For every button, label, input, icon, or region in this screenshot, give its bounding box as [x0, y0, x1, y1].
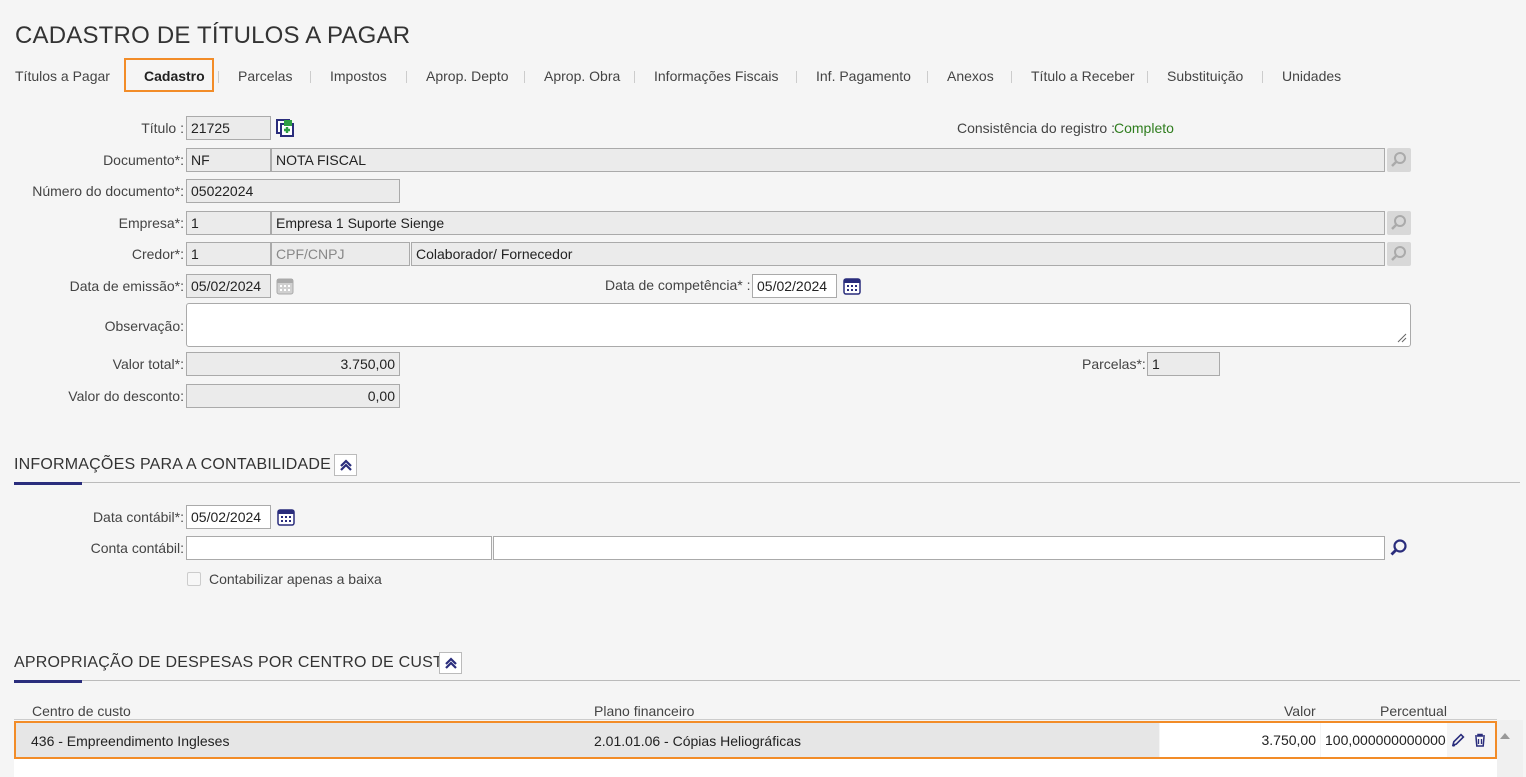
cell-percentual[interactable]: 100,000000000000	[1321, 723, 1447, 757]
table-body-empty	[14, 759, 1497, 777]
table-scrollbar[interactable]	[1497, 720, 1523, 777]
tab-separator	[927, 71, 928, 83]
numero-documento-field[interactable]: 05022024	[186, 179, 400, 203]
tab-separator	[1262, 71, 1263, 83]
data-contabil-label: Data contábil*:	[92, 509, 184, 525]
copy-icon[interactable]	[273, 116, 297, 140]
tab-separator	[796, 71, 797, 83]
data-contabil-field[interactable]: 05/02/2024	[186, 505, 271, 529]
observacao-textarea[interactable]	[186, 303, 1411, 347]
parcelas-field: 1	[1147, 352, 1220, 376]
tab-separator	[1011, 71, 1012, 83]
column-header-percentual: Percentual	[1380, 703, 1447, 719]
calendar-icon[interactable]	[840, 274, 864, 298]
consistencia-label: Consistência do registro :	[957, 120, 1115, 136]
search-icon[interactable]	[1387, 242, 1411, 266]
tab-titulos-a-pagar[interactable]: Títulos a Pagar	[15, 68, 110, 84]
page-title: CADASTRO DE TÍTULOS A PAGAR	[15, 22, 411, 49]
search-icon[interactable]	[1387, 536, 1411, 560]
calendar-icon	[273, 274, 297, 298]
chevron-up-double-icon[interactable]	[439, 652, 462, 674]
numero-documento-label: Número do documento*:	[32, 183, 184, 199]
resize-handle-icon[interactable]	[1397, 333, 1407, 343]
documento-name-field: NOTA FISCAL	[271, 148, 1385, 172]
tab-substituicao[interactable]: Substituição	[1167, 68, 1243, 84]
tab-informacoes-fiscais[interactable]: Informações Fiscais	[654, 68, 778, 84]
conta-contabil-name-field[interactable]	[493, 536, 1385, 560]
tab-cadastro[interactable]: Cadastro	[144, 68, 205, 84]
valor-desconto-field: 0,00	[186, 384, 400, 408]
tab-impostos[interactable]: Impostos	[330, 68, 387, 84]
tab-titulo-a-receber[interactable]: Título a Receber	[1031, 68, 1135, 84]
tab-separator	[634, 71, 635, 83]
chevron-up-double-icon[interactable]	[334, 454, 357, 476]
tab-anexos[interactable]: Anexos	[947, 68, 994, 84]
section-title-contabilidade: INFORMAÇÕES PARA A CONTABILIDADE	[14, 456, 331, 473]
titulo-label: Título :	[141, 120, 184, 136]
conta-contabil-label: Conta contábil:	[90, 540, 184, 556]
edit-pencil-icon[interactable]	[1448, 729, 1468, 751]
tab-aprop-obra[interactable]: Aprop. Obra	[544, 68, 620, 84]
tab-separator	[524, 71, 525, 83]
search-icon[interactable]	[1387, 211, 1411, 235]
tab-separator	[310, 71, 311, 83]
valor-desconto-label: Valor do desconto:	[68, 388, 184, 404]
tab-bar: Títulos a Pagar Cadastro Parcelas Impost…	[0, 58, 1526, 94]
credor-name-field: Colaborador/ Fornecedor	[411, 242, 1385, 266]
data-emissao-field[interactable]: 05/02/2024	[186, 274, 271, 298]
parcelas-label: Parcelas*:	[1082, 356, 1146, 372]
consistencia-status: Completo	[1114, 120, 1174, 136]
section-divider	[14, 680, 1520, 681]
scroll-up-arrow-icon[interactable]	[1500, 733, 1510, 739]
cell-plano-financeiro: 2.01.01.06 - Cópias Heliográficas	[594, 733, 802, 749]
section-title-apropriacao: APROPRIAÇÃO DE DESPESAS POR CENTRO DE CU…	[14, 654, 456, 671]
tab-inf-pagamento[interactable]: Inf. Pagamento	[816, 68, 911, 84]
section-divider	[14, 482, 1520, 483]
column-header-centro-custo: Centro de custo	[32, 703, 131, 719]
contabilizar-baixa-label: Contabilizar apenas a baixa	[209, 571, 382, 587]
calendar-icon[interactable]	[274, 505, 298, 529]
credor-code-field[interactable]: 1	[186, 242, 271, 266]
conta-contabil-code-field[interactable]	[186, 536, 492, 560]
tab-parcelas[interactable]: Parcelas	[238, 68, 292, 84]
cell-valor[interactable]: 3.750,00	[1160, 723, 1320, 757]
contabilizar-baixa-checkbox[interactable]	[187, 572, 201, 586]
credor-cpf-cnpj-field: CPF/CNPJ	[271, 242, 410, 266]
tab-separator	[406, 71, 407, 83]
column-header-valor: Valor	[1284, 703, 1316, 719]
trash-icon[interactable]	[1470, 729, 1490, 751]
tab-unidades[interactable]: Unidades	[1282, 68, 1341, 84]
observacao-label: Observação:	[104, 318, 184, 334]
column-header-plano-financeiro: Plano financeiro	[594, 703, 695, 719]
titulo-field[interactable]: 21725	[186, 116, 271, 140]
cell-centro-custo: 436 - Empreendimento Ingleses	[31, 733, 230, 749]
tab-separator	[1147, 71, 1148, 83]
credor-label: Credor*:	[131, 246, 184, 262]
empresa-code-field[interactable]: 1	[186, 211, 271, 235]
tab-aprop-depto[interactable]: Aprop. Depto	[426, 68, 509, 84]
search-icon[interactable]	[1387, 148, 1411, 172]
data-emissao-label: Data de emissão*:	[69, 278, 184, 294]
empresa-name-field: Empresa 1 Suporte Sienge	[271, 211, 1385, 235]
tab-separator	[218, 71, 219, 83]
documento-code-field[interactable]: NF	[186, 148, 271, 172]
valor-total-field: 3.750,00	[186, 352, 400, 376]
data-competencia-field[interactable]: 05/02/2024	[752, 274, 837, 298]
table-header-divider	[14, 719, 1497, 720]
section-underline-accent	[14, 482, 82, 485]
valor-total-label: Valor total*:	[112, 356, 184, 372]
documento-label: Documento*:	[103, 152, 184, 168]
empresa-label: Empresa*:	[118, 215, 184, 231]
section-underline-accent	[14, 680, 82, 683]
data-competencia-label: Data de competência* :	[605, 277, 751, 293]
